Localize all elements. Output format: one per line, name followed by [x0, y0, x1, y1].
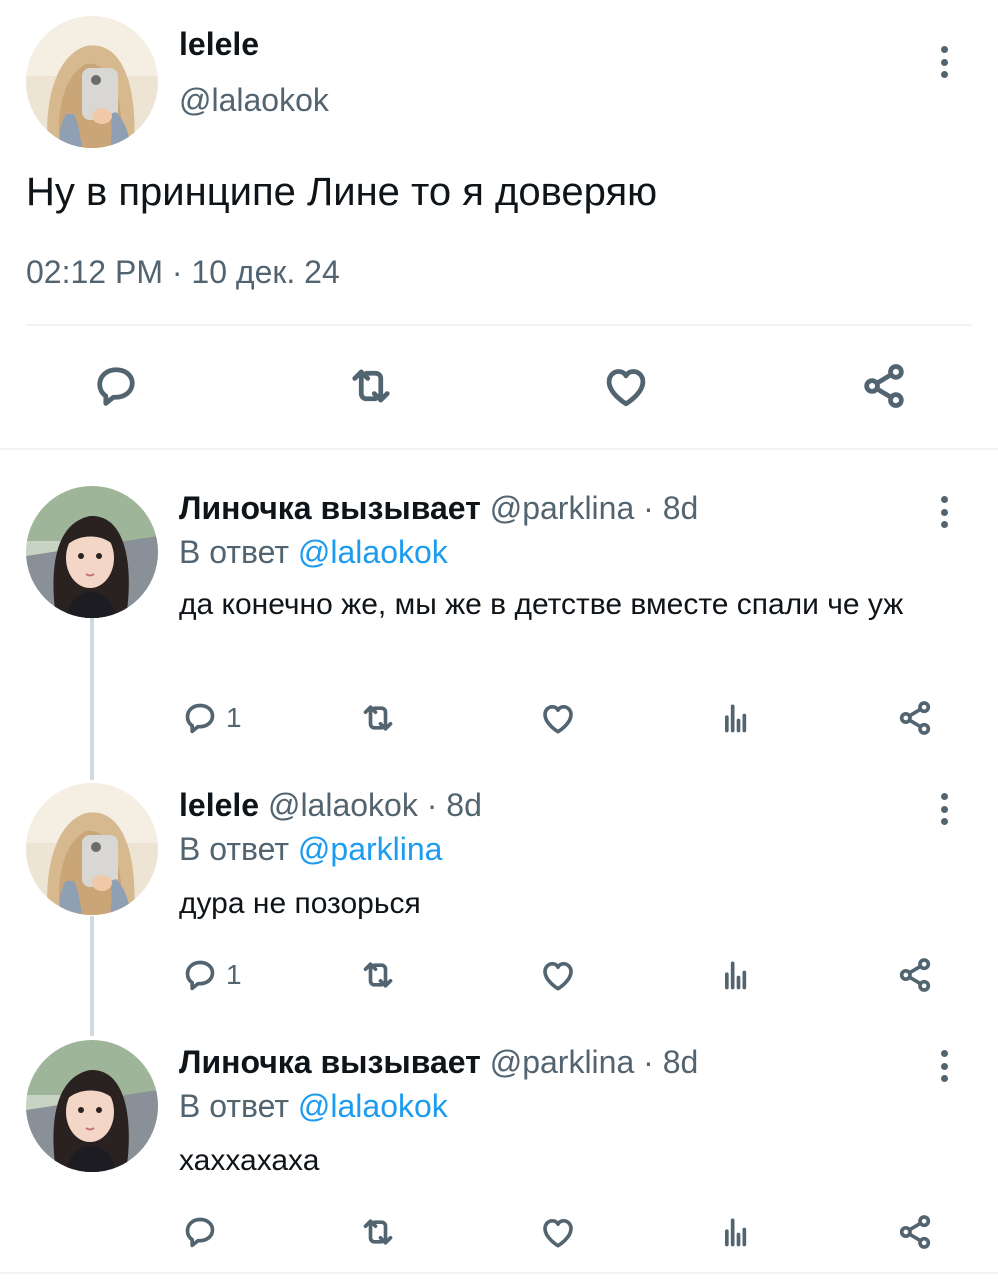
reply-icon — [90, 360, 142, 412]
share-button[interactable] — [895, 696, 935, 740]
avatar[interactable] — [26, 783, 158, 915]
author-name[interactable]: Линочка вызывает — [179, 490, 481, 526]
retweet-icon — [358, 1212, 398, 1252]
author-handle[interactable]: @parklina — [490, 1044, 635, 1080]
reply-tweet[interactable]: Линочка вызывает @parklina · 8d В ответ … — [0, 1040, 998, 1270]
reply-icon — [180, 698, 220, 738]
author-handle[interactable]: @lalaokok — [179, 82, 329, 119]
share-button[interactable] — [895, 1210, 935, 1254]
reply-text: да конечно же, мы же в детстве вместе сп… — [179, 588, 904, 621]
views-button[interactable] — [716, 953, 756, 997]
reply-text: дура не позорься — [179, 887, 421, 920]
retweet-button[interactable] — [358, 953, 398, 997]
mention-link[interactable]: @lalaokok — [298, 1088, 448, 1124]
share-button[interactable] — [858, 360, 910, 412]
retweet-icon — [358, 955, 398, 995]
avatar[interactable] — [26, 16, 158, 148]
meta-separator: · — [162, 254, 192, 290]
like-button[interactable] — [538, 696, 578, 740]
reply-age: · 8d — [634, 1044, 699, 1080]
share-icon — [895, 955, 935, 995]
tweet-text: Ну в принципе Лине то я доверяю — [26, 170, 658, 214]
share-icon — [858, 360, 910, 412]
like-icon — [538, 698, 578, 738]
views-button[interactable] — [716, 696, 756, 740]
reply-tweet[interactable]: lelele @lalaokok · 8d В ответ @parklina … — [0, 783, 998, 1013]
mention-link[interactable]: @parklina — [298, 831, 443, 867]
reply-button[interactable] — [180, 1210, 226, 1254]
reply-prefix: В ответ — [179, 831, 298, 867]
reply-age: · 8d — [634, 490, 699, 526]
like-button[interactable] — [600, 360, 652, 412]
replying-to: В ответ @lalaokok — [179, 534, 448, 571]
reply-icon — [180, 1212, 220, 1252]
reply-count: 1 — [226, 959, 242, 990]
reply-tweet[interactable]: Линочка вызывает @parklina · 8d В ответ … — [0, 486, 998, 756]
reply-icon — [180, 955, 220, 995]
author-name[interactable]: lelele — [179, 787, 259, 823]
author-name[interactable]: Линочка вызывает — [179, 1044, 481, 1080]
views-icon — [716, 1212, 756, 1252]
reply-header: Линочка вызывает @parklina · 8d — [179, 490, 698, 527]
retweet-button[interactable] — [345, 360, 397, 412]
tweet-timestamp[interactable]: 02:12 PM · 10 дек. 24 — [26, 254, 340, 291]
divider — [26, 324, 972, 326]
reply-actions — [0, 1210, 998, 1254]
mention-link[interactable]: @lalaokok — [298, 534, 448, 570]
retweet-button[interactable] — [358, 1210, 398, 1254]
reply-prefix: В ответ — [179, 1088, 298, 1124]
retweet-icon — [358, 698, 398, 738]
share-icon — [895, 1212, 935, 1252]
more-options-icon[interactable] — [934, 789, 954, 829]
reply-button[interactable]: 1 — [180, 696, 242, 740]
reply-actions: 1 — [0, 953, 998, 997]
reply-header: Линочка вызывает @parklina · 8d — [179, 1044, 698, 1081]
section-divider — [0, 448, 998, 450]
reply-text: хаххахаха — [179, 1144, 320, 1177]
share-icon — [895, 698, 935, 738]
like-icon — [538, 955, 578, 995]
like-button[interactable] — [538, 953, 578, 997]
author-handle[interactable]: @parklina — [490, 490, 635, 526]
reply-button[interactable]: 1 — [180, 953, 242, 997]
reply-count: 1 — [226, 702, 242, 733]
like-button[interactable] — [538, 1210, 578, 1254]
divider — [0, 1272, 998, 1274]
reply-age: · 8d — [417, 787, 482, 823]
replying-to: В ответ @lalaokok — [179, 1088, 448, 1125]
reply-actions: 1 — [0, 696, 998, 740]
avatar[interactable] — [26, 1040, 158, 1172]
more-options-icon[interactable] — [934, 1046, 954, 1086]
like-icon — [538, 1212, 578, 1252]
author-name[interactable]: lelele — [179, 26, 259, 63]
tweet-time: 02:12 PM — [26, 254, 163, 290]
views-button[interactable] — [716, 1210, 756, 1254]
more-options-icon[interactable] — [934, 42, 954, 82]
reply-button[interactable] — [90, 360, 142, 412]
like-icon — [600, 360, 652, 412]
more-options-icon[interactable] — [934, 492, 954, 532]
views-icon — [716, 955, 756, 995]
views-icon — [716, 698, 756, 738]
retweet-icon — [345, 360, 397, 412]
author-handle[interactable]: @lalaokok — [268, 787, 418, 823]
retweet-button[interactable] — [358, 696, 398, 740]
reply-header: lelele @lalaokok · 8d — [179, 787, 482, 824]
avatar[interactable] — [26, 486, 158, 618]
reply-prefix: В ответ — [179, 534, 298, 570]
tweet-date: 10 дек. 24 — [191, 254, 340, 290]
main-tweet: lelele @lalaokok Ну в принципе Лине то я… — [0, 0, 998, 448]
share-button[interactable] — [895, 953, 935, 997]
replying-to: В ответ @parklina — [179, 831, 442, 868]
